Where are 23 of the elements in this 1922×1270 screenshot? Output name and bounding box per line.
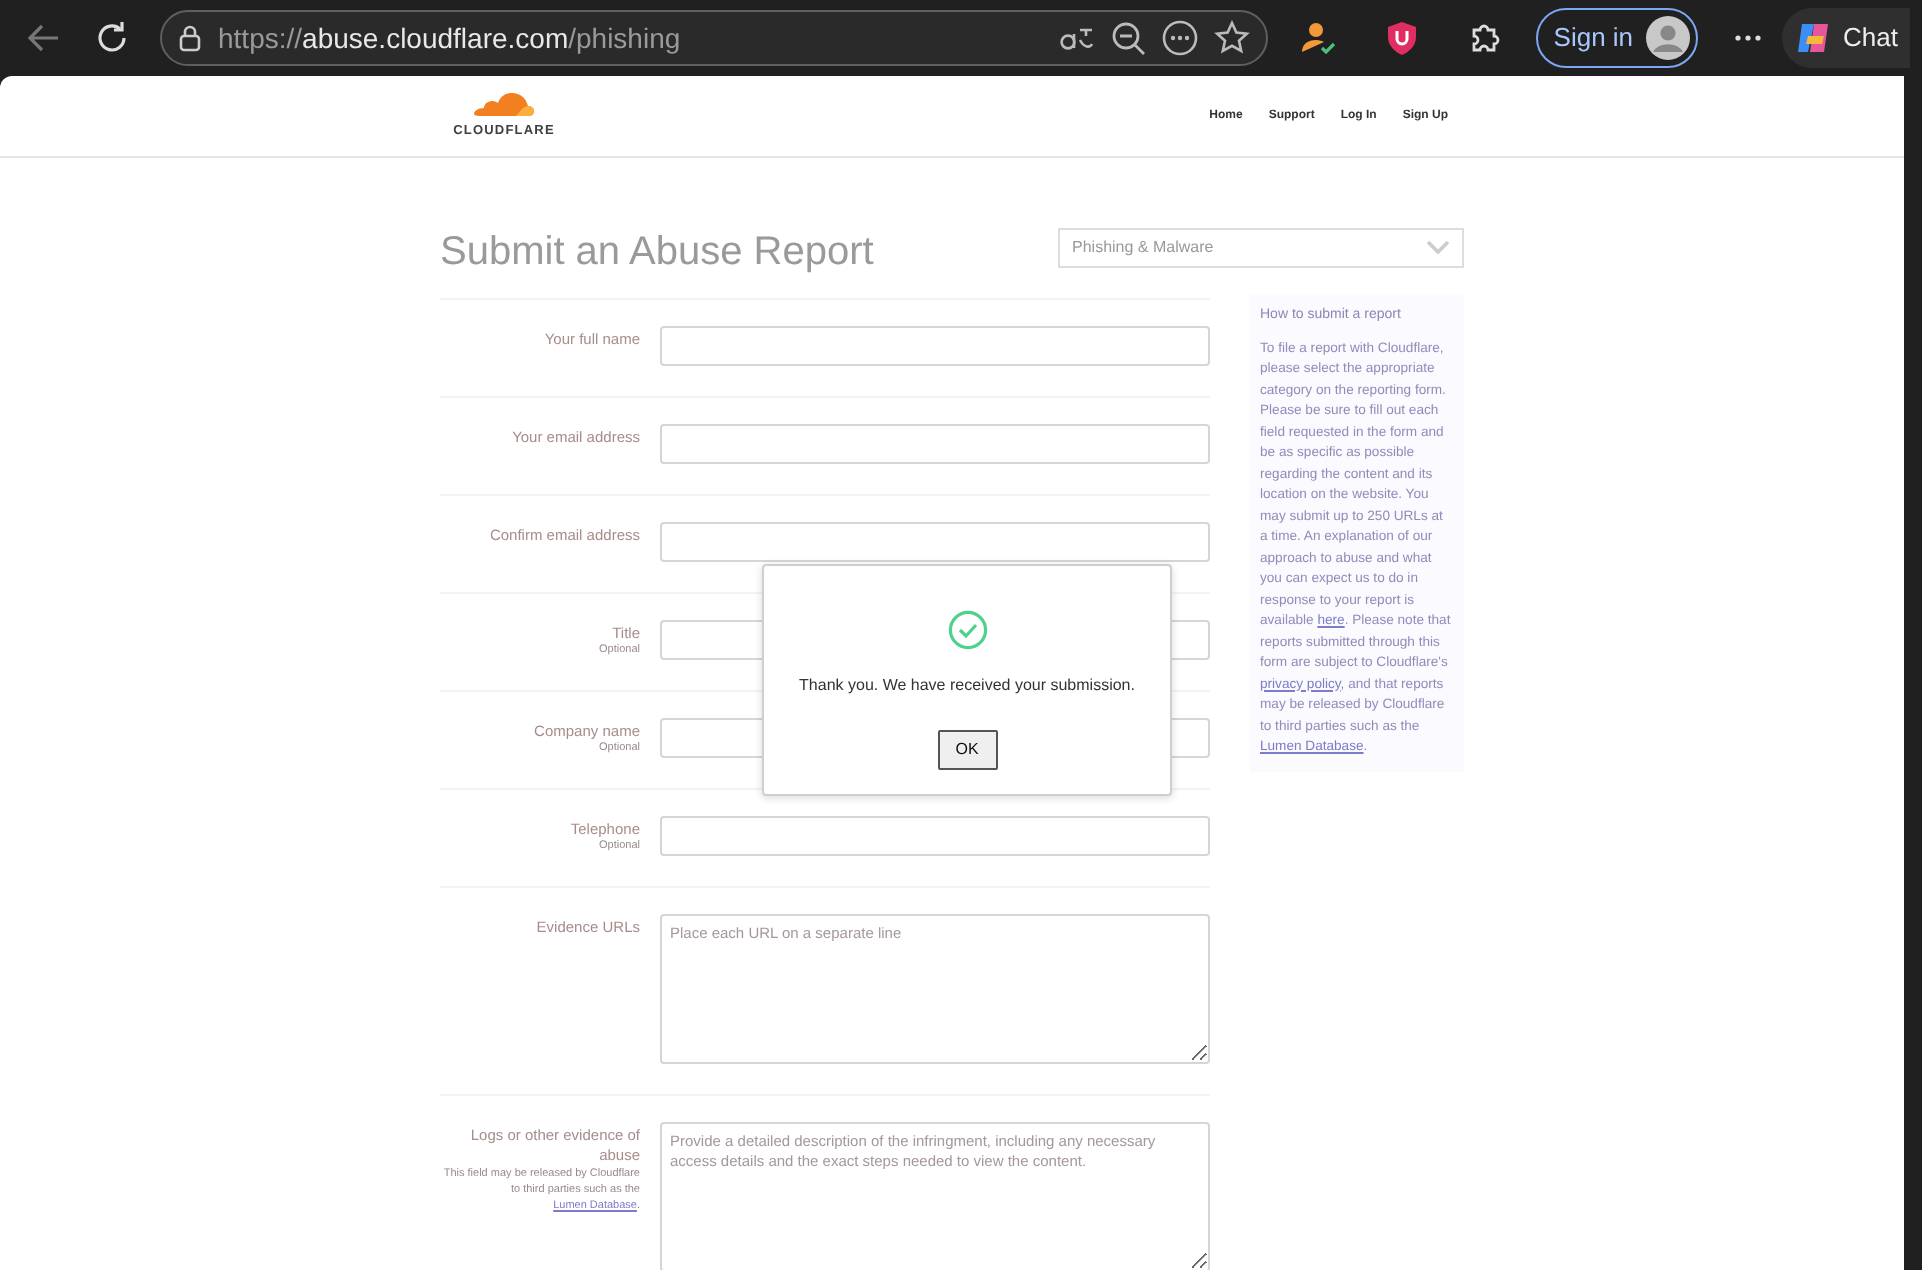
cloud-logo-icon [472, 92, 536, 119]
more-options-icon[interactable] [1161, 20, 1198, 56]
shield-icon[interactable] [1383, 20, 1420, 56]
chat-button[interactable]: Chat [1781, 8, 1910, 68]
url-text[interactable]: https://abuse.cloudflare.com/phishing [218, 17, 1042, 59]
input-field[interactable] [660, 424, 1210, 464]
avatar-icon [1645, 16, 1690, 60]
success-check-icon [947, 610, 987, 650]
input-field[interactable] [660, 326, 1210, 366]
address-bar[interactable]: https://abuse.cloudflare.com/phishing [160, 10, 1268, 66]
lock-icon [178, 24, 202, 52]
ok-button[interactable]: OK [937, 730, 997, 770]
star-icon[interactable] [1213, 20, 1250, 56]
input-field[interactable] [660, 522, 1210, 562]
page-title: Submit an Abuse Report [440, 228, 874, 276]
chevron-down-icon [1426, 240, 1450, 256]
zoom-out-icon[interactable] [1109, 20, 1146, 56]
copilot-icon [1793, 18, 1834, 58]
profile-check-icon[interactable] [1299, 20, 1336, 56]
input-field[interactable] [660, 816, 1210, 856]
puzzle-icon[interactable] [1467, 20, 1504, 56]
dialog-message: Thank you. We have received your submission. [799, 674, 1135, 698]
sign-in-button[interactable]: Sign in [1535, 8, 1698, 68]
